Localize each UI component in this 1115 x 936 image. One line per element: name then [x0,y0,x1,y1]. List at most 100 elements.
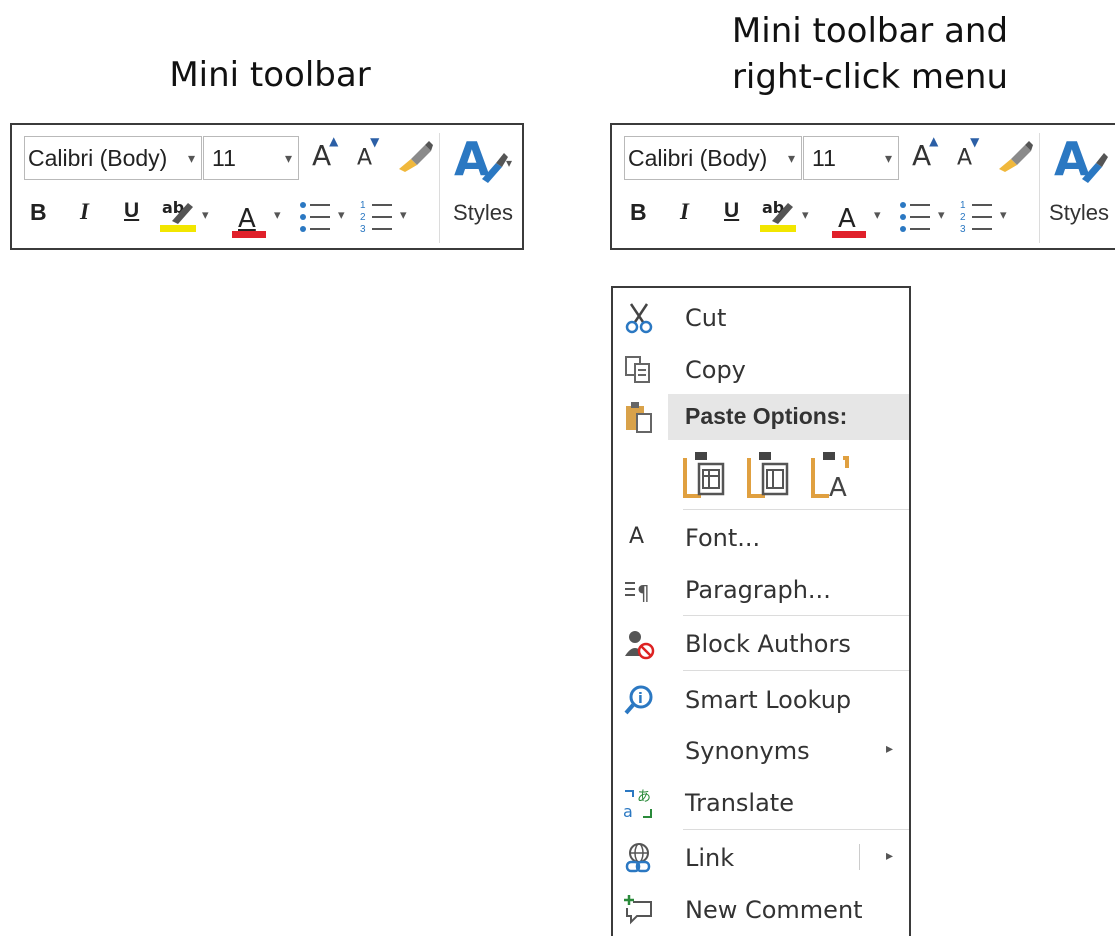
menu-item-label: Smart Lookup [685,686,852,714]
bullets-dropdown-icon[interactable]: ▾ [338,207,345,223]
menu-item-copy[interactable]: Copy [613,348,909,392]
shrink-arrow-icon: ▼ [370,135,380,149]
paste-keep-source-formatting-icon[interactable] [681,448,727,500]
format-painter-icon[interactable] [395,139,435,173]
menu-item-link[interactable]: Link ▸ [613,836,909,880]
new-comment-icon [624,895,652,925]
menu-separator [683,670,909,671]
shrink-arrow-icon: ▼ [970,135,980,149]
italic-button[interactable]: I [680,199,689,225]
font-color-icon[interactable]: A [232,199,266,239]
menu-separator [683,509,909,510]
bullets-icon[interactable] [298,197,332,237]
menu-item-label: New Comment [685,896,863,924]
font-size-value: 11 [812,145,836,171]
font-name-dropdown-icon[interactable]: ▾ [788,137,795,179]
font-name-box[interactable]: Calibri (Body) ▾ [624,136,802,180]
smart-lookup-icon: i [624,685,653,715]
svg-text:1: 1 [960,200,966,211]
menu-item-font[interactable]: A Font... [613,516,909,560]
toolbar-divider [439,133,440,243]
styles-icon[interactable]: A ▾ [452,133,516,187]
underline-button[interactable]: U [124,199,139,223]
menu-item-label: Font... [685,524,761,552]
menu-item-new-comment[interactable]: New Comment [613,888,909,932]
svg-text:i: i [638,691,643,707]
paste-keep-text-only-icon[interactable]: A [809,448,855,500]
styles-label[interactable]: Styles [1044,200,1114,226]
scissors-icon [625,303,653,334]
underline-button[interactable]: U [724,199,739,223]
svg-text:3: 3 [360,224,366,235]
font-size-dropdown-icon[interactable]: ▾ [285,137,292,179]
font-name-box[interactable]: Calibri (Body) ▾ [24,136,202,180]
menu-item-smart-lookup[interactable]: i Smart Lookup [613,678,909,722]
font-color-dropdown-icon[interactable]: ▾ [874,207,881,223]
shrink-font-button[interactable]: A▼ [957,135,981,171]
caption-mini-toolbar-and-menu: Mini toolbar and right-click menu [660,8,1080,100]
svg-text:2: 2 [360,212,366,223]
menu-item-cut[interactable]: Cut [613,296,909,340]
grow-font-button[interactable]: A▲ [312,134,340,172]
menu-item-label: Translate [685,789,794,817]
menu-item-label: Block Authors [685,630,851,658]
styles-icon[interactable]: A [1052,133,1115,187]
paste-icon [626,402,652,433]
numbering-icon[interactable]: 123 [360,197,394,237]
mini-toolbar-right: Calibri (Body) ▾ 11 ▾ A▲ A▼ A Styles B I U… [610,123,1115,250]
bold-button[interactable]: B [630,199,647,226]
italic-button[interactable]: I [80,199,89,225]
paste-text-glyph: A [829,473,847,500]
bold-button[interactable]: B [30,199,47,226]
menu-item-paragraph[interactable]: ¶ Paragraph... [613,568,909,612]
numbering-dropdown-icon[interactable]: ▾ [400,207,407,223]
bullets-dropdown-icon[interactable]: ▾ [938,207,945,223]
highlight-icon[interactable]: ab [760,195,796,233]
toolbar-divider [1039,133,1040,243]
submenu-arrow-icon: ▸ [885,741,893,757]
block-authors-icon [625,631,655,660]
context-menu: Cut Copy Paste Options: A A Font... ¶ Pa… [611,286,911,936]
styles-label[interactable]: Styles [448,200,518,226]
highlight-dropdown-icon[interactable]: ▾ [802,207,809,223]
highlight-icon[interactable]: ab [160,195,196,233]
svg-text:▾: ▾ [506,156,512,170]
font-size-box[interactable]: 11 ▾ [803,136,899,180]
paragraph-icon: ¶ [625,581,650,605]
bullets-icon[interactable] [898,197,932,237]
font-color-dropdown-icon[interactable]: ▾ [274,207,281,223]
format-painter-icon[interactable] [995,139,1035,173]
numbering-dropdown-icon[interactable]: ▾ [1000,207,1007,223]
svg-text:A: A [238,204,256,234]
grow-arrow-icon: ▲ [329,133,339,148]
paste-merge-formatting-icon[interactable] [745,448,791,500]
caption-line-1: Mini toolbar and [731,11,1009,51]
font-size-dropdown-icon[interactable]: ▾ [885,137,892,179]
font-name-value: Calibri (Body) [628,145,768,171]
font-name-value: Calibri (Body) [28,145,168,171]
shrink-font-button[interactable]: A▼ [357,135,381,171]
menu-item-translate[interactable]: a あ Translate [613,781,909,825]
shrink-font-label: A [357,145,373,171]
link-icon [625,843,651,873]
shrink-font-label: A [957,145,973,171]
grow-font-button[interactable]: A▲ [912,134,940,172]
paste-options-header: Paste Options: [668,394,909,440]
menu-item-label: Link [685,844,735,872]
menu-item-block-authors[interactable]: Block Authors [613,622,909,666]
numbering-icon[interactable]: 123 [960,197,994,237]
font-size-box[interactable]: 11 ▾ [203,136,299,180]
font-color-icon[interactable]: A [832,199,866,239]
menu-separator [683,829,909,830]
font-name-dropdown-icon[interactable]: ▾ [188,137,195,179]
svg-text:A: A [838,204,856,234]
font-size-value: 11 [212,145,236,171]
svg-text:2: 2 [960,212,966,223]
menu-item-label: Synonyms [685,737,810,765]
menu-item-synonyms[interactable]: Synonyms ▸ [613,729,909,773]
caption-mini-toolbar: Mini toolbar [169,55,371,95]
menu-item-label: Cut [685,304,727,332]
paste-options-label: Paste Options: [685,403,848,429]
svg-text:3: 3 [960,224,966,235]
highlight-dropdown-icon[interactable]: ▾ [202,207,209,223]
